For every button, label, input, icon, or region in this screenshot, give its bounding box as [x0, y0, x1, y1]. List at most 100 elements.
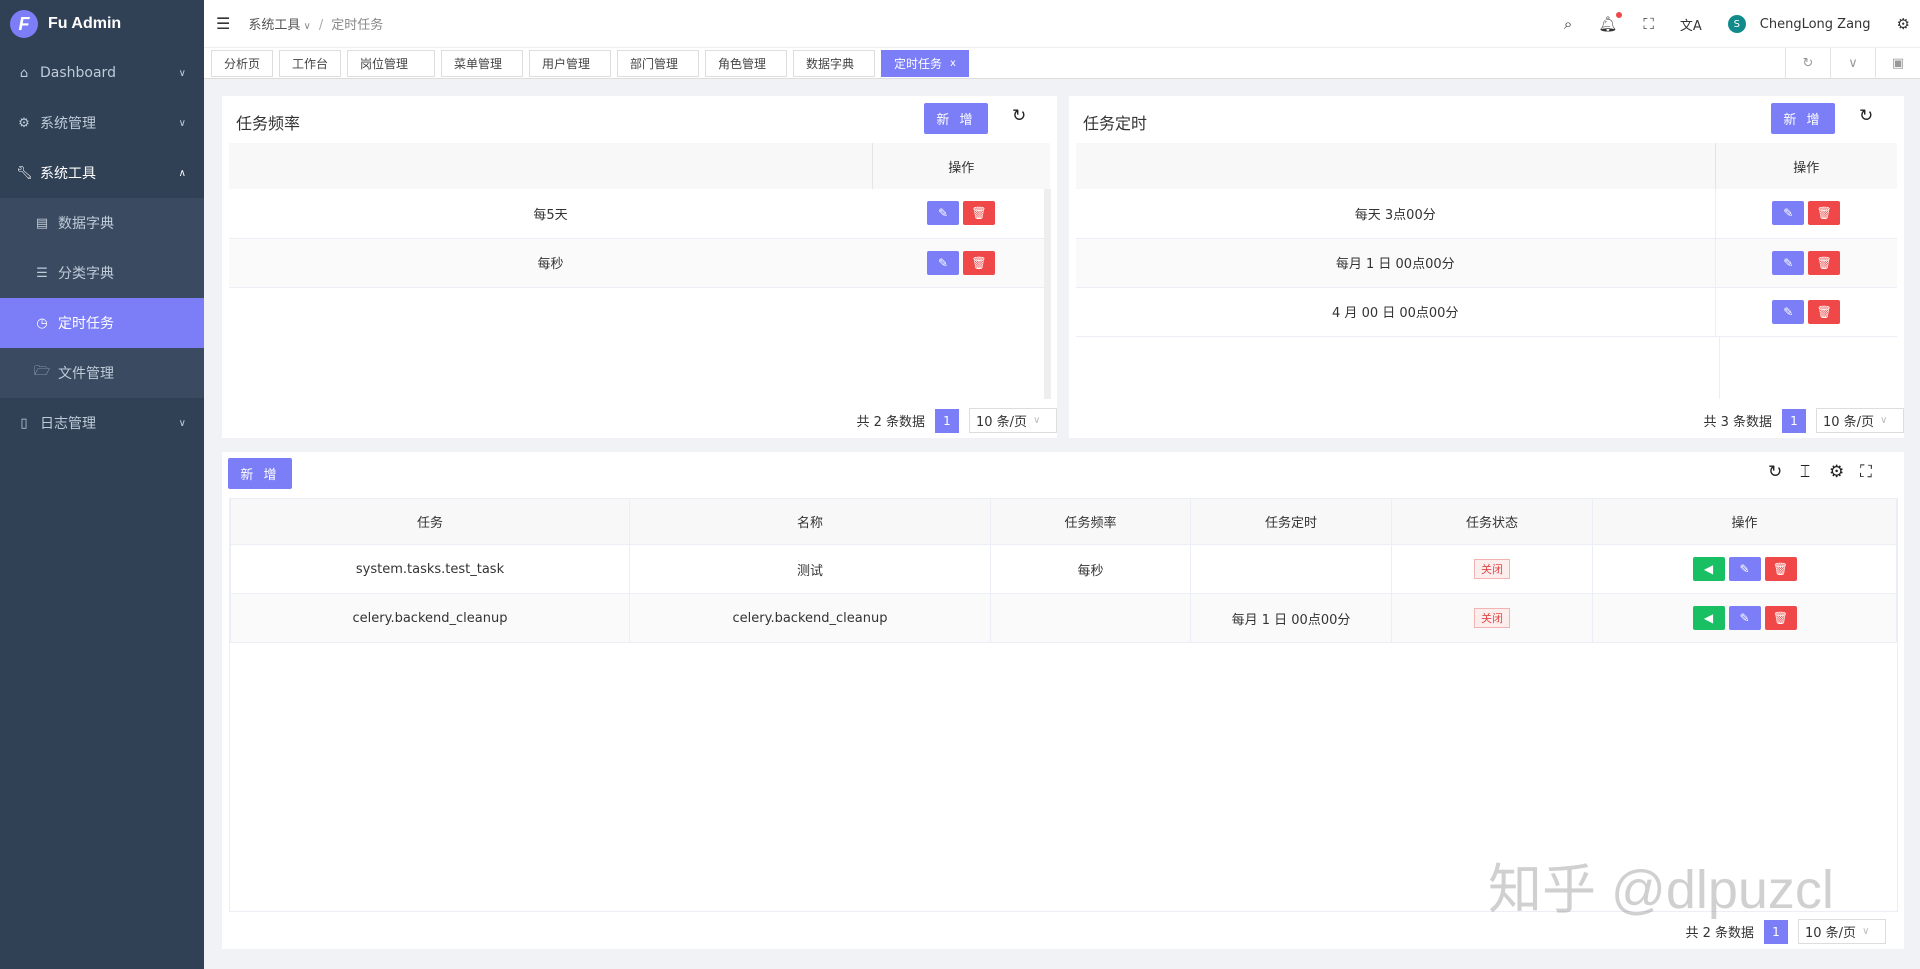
edit-button[interactable]: ✎ — [1772, 250, 1805, 275]
maximize-icon[interactable]: ▣ — [1875, 48, 1920, 79]
column-header — [1076, 143, 1715, 189]
edit-button[interactable]: ✎ — [1772, 299, 1805, 324]
tab-departments[interactable]: 部门管理 — [617, 49, 700, 77]
chevron-down-icon[interactable]: ∨ — [1830, 48, 1875, 79]
watermark: 知乎 @dlpuzcl — [1488, 860, 1834, 920]
cron-table: 操作 每天 3点00分 ✎ 🗑︎ 每月 1 日 00点00分 ✎ 🗑︎ 4 月 00 日… — [1076, 143, 1897, 337]
column-header-name: 名称 — [629, 498, 991, 545]
tab-scheduled-tasks[interactable]: 定时任务 x — [881, 49, 969, 77]
cell-cron: 每天 3点00分 — [1076, 189, 1715, 239]
avatar: S — [1727, 15, 1746, 33]
add-button[interactable]: 新 增 — [1771, 103, 1835, 134]
clock-icon: ◷ — [36, 315, 48, 331]
fullscreen-icon[interactable]: ⛶ — [1860, 462, 1872, 482]
folder-icon: 🗁︎ — [34, 364, 51, 379]
column-header-cron: 任务定时 — [1190, 498, 1392, 545]
refresh-icon[interactable]: ↻ — [1859, 106, 1873, 126]
status-badge: 关闭 — [1474, 559, 1510, 579]
page-1-button[interactable]: 1 — [935, 408, 959, 433]
task-cron-card: 任务定时 新 增 ↻ 操作 每天 3点00分 ✎ 🗑︎ 每月 1 日 00点00分 ✎… — [1069, 96, 1904, 438]
tab-label: 定时任务 — [894, 56, 943, 71]
delete-button[interactable]: 🗑︎ — [1808, 250, 1841, 275]
pagination: 共 3 条数据 1 10 条/页 ∨ — [1703, 408, 1904, 433]
user-menu[interactable]: S ChengLong Zang — [1727, 15, 1871, 33]
column-header-actions: 操作 — [871, 143, 1050, 189]
collapse-menu-icon[interactable]: ☰ — [216, 14, 230, 33]
table-row: system.tasks.test_task 测试 每秒 关闭 ◀ ✎ 🗑︎ — [230, 544, 1897, 594]
gear-icon: ⚙ — [18, 115, 30, 131]
cell-cron: 4 月 00 日 00点00分 — [1076, 287, 1715, 337]
row-density-icon[interactable]: ⌶ — [1800, 462, 1810, 482]
table-row: 每月 1 日 00点00分 ✎ 🗑︎ — [1076, 238, 1897, 288]
column-divider — [1719, 336, 1720, 399]
cell-cron: 每月 1 日 00点00分 — [1076, 238, 1715, 288]
page-size-select[interactable]: 10 条/页 ∨ — [1816, 408, 1904, 433]
delete-button[interactable]: 🗑︎ — [1808, 201, 1841, 226]
delete-button[interactable]: 🗑︎ — [963, 250, 995, 275]
sidebar-item-log-management[interactable]: ▯ 日志管理 ∨ — [0, 398, 204, 448]
delete-button[interactable]: 🗑︎ — [963, 201, 995, 226]
sidebar-item-label: Dashboard — [40, 65, 116, 81]
edit-button[interactable]: ✎ — [1728, 557, 1761, 581]
sidebar-item-scheduled-tasks[interactable]: ◷ 定时任务 — [0, 298, 204, 348]
wrench-icon: 🔧︎ — [16, 165, 33, 181]
sidebar-item-system-management[interactable]: ⚙ 系统管理 ∨ — [0, 98, 204, 148]
sidebar-item-label: 系统管理 — [40, 116, 96, 132]
refresh-icon[interactable]: ↻ — [1768, 462, 1782, 482]
search-icon[interactable]: ⌕ — [1564, 15, 1572, 33]
sidebar-item-category-dictionary[interactable]: ☰ 分类字典 — [0, 248, 204, 298]
edit-button[interactable]: ✎ — [927, 201, 959, 226]
breadcrumb-item[interactable]: 系统工具 — [248, 18, 300, 33]
top-header: ☰ 系统工具 ∨ / 定时任务 ⌕ 🔔︎ ⛶ 文A S ChengLong Zang … — [204, 0, 1920, 48]
breadcrumb-separator: / — [318, 18, 324, 33]
logo[interactable]: F Fu Admin — [0, 0, 204, 48]
fullscreen-icon[interactable]: ⛶ — [1643, 15, 1654, 33]
page-size-select[interactable]: 10 条/页 ∨ — [969, 408, 1057, 433]
delete-button[interactable]: 🗑︎ — [1808, 299, 1841, 324]
cell-cron: 每月 1 日 00点00分 — [1190, 593, 1392, 643]
table-row: 每5天 ✎ 🗑︎ — [229, 189, 1050, 239]
tab-users[interactable]: 用户管理 — [529, 49, 612, 77]
tab-data-dictionary[interactable]: 数据字典 — [793, 49, 876, 77]
refresh-icon[interactable]: ↻ — [1012, 106, 1026, 126]
chevron-down-icon: ∨ — [300, 21, 311, 32]
chevron-down-icon: ∨ — [1862, 926, 1870, 937]
tab-workbench[interactable]: 工作台 — [279, 49, 342, 77]
edit-button[interactable]: ✎ — [1772, 201, 1805, 226]
add-button[interactable]: 新 增 — [924, 103, 988, 134]
translate-icon[interactable]: 文A — [1680, 15, 1702, 34]
run-button[interactable]: ◀ — [1692, 557, 1725, 581]
sidebar-item-data-dictionary[interactable]: ▤ 数据字典 — [0, 198, 204, 248]
cell-frequency — [990, 593, 1191, 643]
close-icon[interactable]: x — [950, 58, 956, 69]
delete-button[interactable]: 🗑︎ — [1764, 557, 1797, 581]
cell-frequency: 每秒 — [229, 238, 872, 288]
run-button[interactable]: ◀ — [1692, 606, 1725, 630]
total-count: 共 2 条数据 — [1685, 926, 1754, 941]
delete-button[interactable]: 🗑︎ — [1764, 606, 1797, 630]
chevron-up-icon: ∧ — [178, 167, 186, 179]
edit-button[interactable]: ✎ — [927, 250, 959, 275]
bell-icon[interactable]: 🔔︎ — [1598, 12, 1623, 33]
book-icon: ▤ — [35, 215, 49, 231]
refresh-icon[interactable]: ↻ — [1785, 48, 1830, 79]
cell-frequency: 每秒 — [990, 544, 1191, 594]
edit-button[interactable]: ✎ — [1728, 606, 1761, 630]
sidebar-item-dashboard[interactable]: ⌂ Dashboard ∨ — [0, 48, 204, 98]
column-header-actions: 操作 — [1592, 498, 1897, 545]
page-1-button[interactable]: 1 — [1782, 408, 1806, 433]
add-button[interactable]: 新 增 — [228, 458, 292, 489]
list-icon: ☰ — [36, 265, 48, 281]
settings-gear-icon[interactable]: ⚙ — [1897, 15, 1910, 33]
tab-roles[interactable]: 角色管理 — [705, 49, 788, 77]
sidebar-item-file-management[interactable]: 🗁︎ 文件管理 — [0, 348, 204, 398]
user-name: ChengLong Zang — [1759, 16, 1871, 32]
column-header-task: 任务 — [230, 498, 630, 545]
tab-analysis[interactable]: 分析页 — [211, 49, 274, 77]
chevron-down-icon: ∨ — [178, 117, 186, 129]
scrollbar[interactable] — [1044, 189, 1051, 399]
column-settings-icon[interactable]: ⚙ — [1829, 462, 1844, 482]
sidebar-item-system-tools[interactable]: 🔧︎ 系统工具 ∧ — [0, 148, 204, 198]
tab-posts[interactable]: 岗位管理 — [347, 49, 436, 77]
tab-menus[interactable]: 菜单管理 — [441, 49, 524, 77]
